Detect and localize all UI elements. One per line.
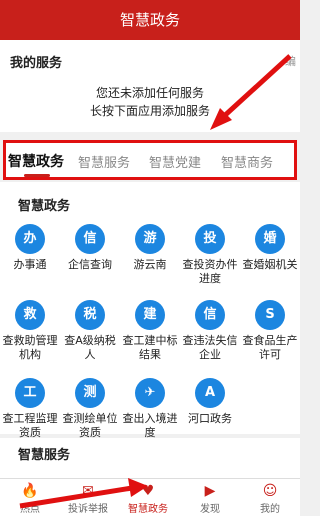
chevron-shield-icon: 办: [15, 224, 45, 254]
app-label: 查工程监理资质: [2, 412, 58, 439]
tab-smart-party[interactable]: 智慧党建: [149, 152, 201, 171]
tab-smart-business[interactable]: 智慧商务: [221, 152, 273, 171]
empty-hint-line1: 您还未添加任何服务: [95, 86, 204, 100]
app-label: 查出入境进度: [122, 412, 178, 439]
app-label: 查A级纳税人: [64, 334, 116, 361]
app-item[interactable]: 信企信查询: [60, 224, 120, 272]
app-item[interactable]: 工查工程监理资质: [0, 378, 60, 440]
smart-government-section: 智慧政务 办办事通信企信查询游游云南投查投资办件进度婚查婚姻机关救查救助管理机构…: [0, 182, 300, 439]
app-item[interactable]: A 河口政务: [180, 378, 240, 426]
empty-hint: 您还未添加任何服务 长按下面应用添加服务: [0, 84, 300, 120]
app-label: 查投资办件进度: [182, 258, 238, 285]
nav-item[interactable]: ✉ 投诉举报: [58, 482, 118, 515]
tab-smart-service[interactable]: 智慧服务: [78, 152, 130, 171]
tax-icon: 税: [75, 300, 105, 330]
nav-label: 发现: [200, 504, 220, 515]
app-label: 查婚姻机关: [242, 258, 298, 271]
travel-icon: 游: [135, 224, 165, 254]
nav-label: 智慧政务: [128, 504, 168, 515]
engineer-icon: 工: [15, 378, 45, 408]
app-item[interactable]: 婚查婚姻机关: [240, 224, 300, 272]
app-label: 查救助管理机构: [2, 334, 58, 361]
nav-icon: 🔥: [21, 483, 39, 499]
app-label: 查测绘单位资质: [62, 412, 118, 439]
app-label: 查食品生产许可: [242, 334, 298, 361]
my-service-panel: 我的服务 编 您还未添加任何服务 长按下面应用添加服务: [0, 40, 300, 132]
edit-button[interactable]: 编: [285, 53, 296, 69]
nav-icon: ✉: [82, 483, 94, 499]
app-label: 办事通: [13, 258, 47, 271]
page-title: 智慧政务: [119, 11, 180, 29]
app-item[interactable]: 救查救助管理机构: [0, 300, 60, 362]
nav-label: 热点: [20, 504, 40, 515]
app-item[interactable]: ✈ 查出入境进度: [120, 378, 180, 440]
nav-icon: ♥: [141, 483, 155, 499]
food-icon: S: [255, 300, 285, 330]
app-label: 查工建中标结果: [122, 334, 178, 361]
app-item[interactable]: 投查投资办件进度: [180, 224, 240, 286]
app-item[interactable]: 建查工建中标结果: [120, 300, 180, 362]
gear-icon: 建: [135, 300, 165, 330]
cloud-icon: A: [195, 378, 225, 408]
active-tab-indicator: [24, 174, 50, 177]
nav-icon: ▶: [204, 483, 216, 499]
tab-smart-government[interactable]: 智慧政务: [8, 151, 64, 171]
nav-item[interactable]: 🔥 热点: [0, 482, 60, 515]
empty-hint-line2: 长按下面应用添加服务: [89, 104, 210, 118]
credit-icon: 信: [75, 224, 105, 254]
dishonest-icon: 信: [195, 300, 225, 330]
category-tabs: 智慧政务 智慧服务 智慧党建 智慧商务: [3, 140, 297, 180]
plane-icon: ✈: [135, 378, 165, 408]
app-item[interactable]: S 查食品生产许可: [240, 300, 300, 362]
nav-item[interactable]: ♥ 智慧政务: [118, 482, 178, 515]
app-header: 智慧政务: [0, 0, 300, 40]
app-item[interactable]: 测查测绘单位资质: [60, 378, 120, 440]
app-item[interactable]: 税查A级纳税人: [60, 300, 120, 362]
nav-label: 投诉举报: [68, 504, 108, 515]
bottom-nav: 🔥 热点 ✉ 投诉举报 ♥ 智慧政务 ▶ 发现 ☺ 我的: [0, 478, 300, 516]
app-item[interactable]: 办办事通: [0, 224, 60, 272]
rings-icon: 婚: [255, 224, 285, 254]
app-label: 企信查询: [68, 258, 112, 271]
app-item[interactable]: 信查违法失信企业: [180, 300, 240, 362]
app-label: 查违法失信企业: [182, 334, 238, 361]
nav-icon: ☺: [262, 483, 278, 499]
chart-icon: 投: [195, 224, 225, 254]
heart-hands-icon: 救: [15, 300, 45, 330]
app-label: 河口政务: [188, 412, 232, 425]
my-service-title: 我的服务: [10, 56, 63, 71]
nav-item[interactable]: ▶ 发现: [180, 482, 240, 515]
section-title: 智慧政务: [18, 199, 71, 214]
smart-service-section: 智慧服务: [0, 438, 300, 478]
nav-item[interactable]: ☺ 我的: [240, 482, 300, 515]
app-item[interactable]: 游游云南: [120, 224, 180, 272]
section-title-2: 智慧服务: [18, 448, 71, 463]
app-label: 游云南: [133, 258, 167, 271]
pencil-ruler-icon: 测: [75, 378, 105, 408]
nav-label: 我的: [260, 504, 280, 515]
